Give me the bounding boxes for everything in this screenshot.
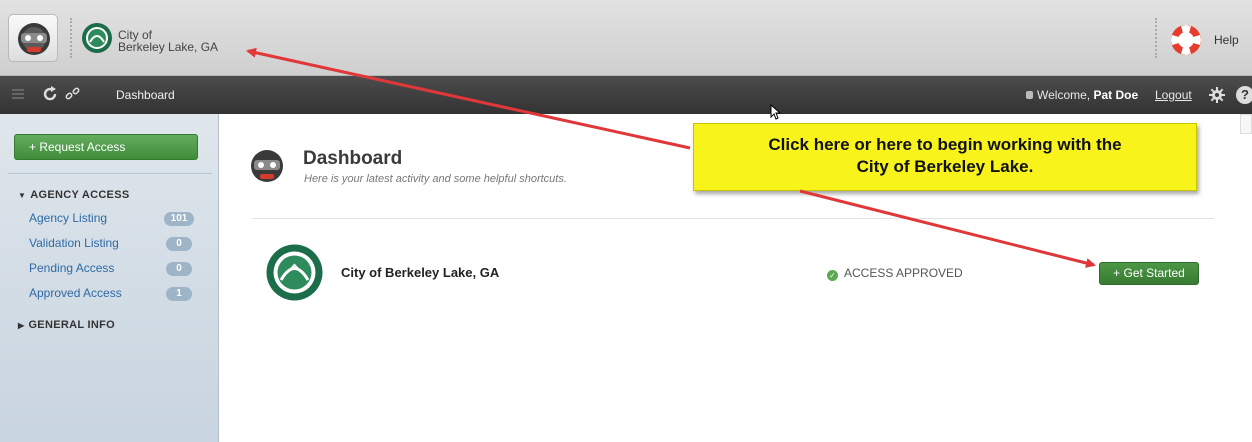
- section-agency-access[interactable]: ▼ AGENCY ACCESS: [18, 189, 129, 201]
- link-icon[interactable]: [64, 85, 82, 103]
- status-text: ACCESS APPROVED: [844, 266, 963, 280]
- callout-line1: Click here or here to begin working with…: [768, 135, 1122, 154]
- welcome-prefix: Welcome,: [1037, 88, 1091, 102]
- org-name-line2: Berkeley Lake, GA: [118, 40, 219, 54]
- org-name-link[interactable]: City of Berkeley Lake, GA: [118, 29, 218, 53]
- app-switcher-button[interactable]: [8, 14, 58, 62]
- header-divider-right: [1155, 18, 1157, 58]
- content-divider: [252, 218, 1214, 219]
- settings-gear-icon[interactable]: [1208, 86, 1226, 104]
- help-question-icon[interactable]: ?: [1236, 86, 1252, 104]
- section-title: GENERAL INFO: [28, 319, 115, 331]
- status-badge: ✓ ACCESS APPROVED: [827, 266, 963, 281]
- caret-down-icon: ▼: [18, 191, 27, 200]
- sidebar-item-approved-access[interactable]: Approved Access: [29, 286, 122, 300]
- sidebar: + Request Access ▼ AGENCY ACCESS Agency L…: [0, 114, 219, 442]
- logout-link[interactable]: Logout: [1155, 88, 1192, 102]
- instruction-callout: Click here or here to begin working with…: [693, 123, 1197, 191]
- arrow-to-get-started: [799, 189, 1096, 268]
- city-seal-icon[interactable]: [81, 22, 113, 54]
- callout-line2: City of Berkeley Lake.: [856, 157, 1034, 176]
- count-badge: 101: [164, 212, 194, 226]
- sidebar-item-pending-access[interactable]: Pending Access: [29, 261, 114, 275]
- scrollbar[interactable]: [1240, 114, 1252, 134]
- count-badge: 0: [166, 237, 192, 251]
- count-badge: 0: [166, 262, 192, 276]
- nav-page-title[interactable]: Dashboard: [116, 88, 175, 102]
- help-link[interactable]: Help: [1214, 33, 1239, 47]
- page-subtitle: Here is your latest activity and some he…: [304, 173, 567, 185]
- dashboard-gauge-icon: [18, 23, 50, 55]
- mouse-cursor-icon: [770, 104, 782, 120]
- section-general-info[interactable]: ▶ GENERAL INFO: [18, 319, 115, 331]
- check-circle-icon: ✓: [827, 270, 838, 281]
- app-window: City of Berkeley Lake, GA Help Dashboard: [0, 0, 1252, 442]
- user-icon: [1026, 91, 1033, 99]
- section-title: AGENCY ACCESS: [30, 189, 130, 201]
- sidebar-item-validation-listing[interactable]: Validation Listing: [29, 236, 119, 250]
- top-header: City of Berkeley Lake, GA Help: [0, 0, 1252, 76]
- request-access-button[interactable]: + Request Access: [14, 134, 198, 160]
- caret-right-icon: ▶: [18, 321, 25, 330]
- get-started-button[interactable]: + Get Started: [1099, 262, 1199, 285]
- welcome-message: Welcome, Pat Doe: [1026, 88, 1138, 102]
- city-seal-icon: [266, 244, 323, 301]
- agency-name: City of Berkeley Lake, GA: [341, 265, 500, 280]
- header-divider: [70, 18, 72, 58]
- menu-icon[interactable]: [10, 85, 28, 103]
- refresh-icon[interactable]: [41, 85, 59, 103]
- page-title: Dashboard: [303, 148, 403, 169]
- user-name: Pat Doe: [1093, 88, 1139, 102]
- count-badge: 1: [166, 287, 192, 301]
- sidebar-divider: [8, 173, 212, 174]
- nav-bar: Dashboard Welcome, Pat Doe Logout: [0, 76, 1252, 114]
- lifebuoy-help-icon[interactable]: [1168, 22, 1204, 58]
- sidebar-item-agency-listing[interactable]: Agency Listing: [29, 211, 107, 225]
- dashboard-gauge-icon: [251, 150, 283, 182]
